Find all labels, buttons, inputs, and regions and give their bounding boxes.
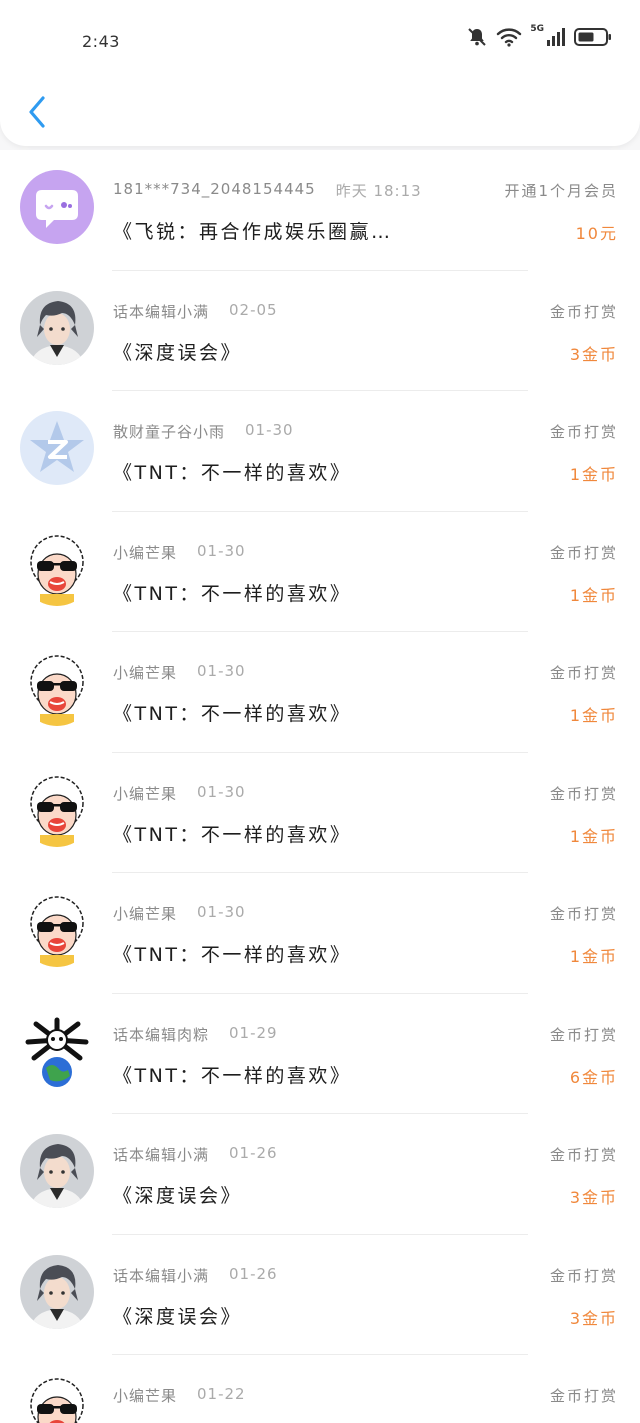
record-date: 01-30 [197, 662, 246, 680]
reward-amount: 1金币 [569, 706, 618, 725]
reward-record-row[interactable]: 181***734_2048154445 昨天 18:13 《飞锐：再合作成娱乐… [0, 150, 640, 271]
reward-amount: 6金币 [569, 1067, 618, 1087]
anime-man-avatar-icon [20, 1134, 94, 1208]
record-date: 02-05 [229, 300, 278, 319]
reward-type: 金币打赏 [549, 784, 618, 803]
user-name: 话本编辑小满 [113, 1146, 210, 1164]
wifi-icon [497, 28, 522, 47]
top-bar: 2:43 5G [0, 0, 640, 146]
reward-type: 开通1个月会员 [504, 182, 618, 200]
record-date: 01-29 [229, 1023, 278, 1042]
user-name: 话本编辑小满 [113, 302, 210, 321]
reward-amount: 3金币 [569, 344, 618, 364]
user-name: 话本编辑小满 [113, 1266, 210, 1285]
reward-amount: 1金币 [569, 465, 618, 484]
record-date: 01-30 [245, 421, 294, 439]
status-time: 2:43 [82, 32, 120, 51]
user-avatar[interactable] [20, 170, 94, 244]
sunglasses-goat-avatar-icon [20, 772, 94, 847]
user-avatar[interactable] [20, 772, 94, 847]
user-avatar[interactable] [20, 290, 94, 365]
reward-amount: 3金币 [569, 1308, 618, 1328]
reward-amount: 1金币 [569, 585, 618, 605]
book-title[interactable]: 《深度误会》 [113, 1181, 242, 1208]
back-button[interactable] [22, 94, 52, 130]
user-avatar[interactable] [20, 1254, 94, 1329]
anime-man-avatar-icon [20, 1254, 94, 1329]
user-avatar[interactable] [20, 1375, 94, 1423]
reward-record-row[interactable]: 小编芒果 01-22 《TNT：不一样的喜欢》 金币打赏 [0, 1355, 640, 1423]
book-title[interactable]: 《TNT：不一样的喜欢》 [113, 699, 351, 726]
reward-type: 金币打赏 [549, 905, 618, 923]
reward-amount: 3金币 [569, 1188, 618, 1207]
reward-record-row[interactable]: 小编芒果 01-30 《TNT：不一样的喜欢》 金币打赏 1金币 [0, 752, 640, 873]
user-name: 小编芒果 [113, 1387, 178, 1405]
reward-amount: 10元 [575, 224, 618, 243]
user-name: 小编芒果 [113, 784, 178, 803]
reward-type: 金币打赏 [549, 302, 618, 321]
status-icons: 5G [466, 24, 612, 48]
chat-bubble-avatar-icon [20, 170, 94, 244]
book-title[interactable]: 《TNT：不一样的喜欢》 [113, 458, 351, 485]
reward-type: 金币打赏 [549, 1266, 618, 1285]
book-title[interactable]: 《TNT：不一样的喜欢》 [113, 1061, 351, 1088]
sunglasses-goat-avatar-icon [20, 531, 94, 606]
qzone-star-avatar-icon [20, 411, 94, 485]
reward-record-row[interactable]: 散财童子谷小雨 01-30 《TNT：不一样的喜欢》 金币打赏 1金币 [0, 391, 640, 512]
book-title[interactable]: 《TNT：不一样的喜欢》 [113, 820, 351, 847]
sunglasses-goat-avatar-icon [20, 893, 94, 967]
reward-type: 金币打赏 [549, 1146, 618, 1164]
record-date: 01-22 [197, 1385, 246, 1403]
battery-icon [574, 28, 611, 46]
earth-skull-avatar-icon [20, 1013, 94, 1088]
reward-type: 金币打赏 [549, 543, 618, 562]
user-avatar[interactable] [20, 531, 94, 606]
record-date: 01-30 [197, 541, 246, 560]
book-title[interactable]: 《TNT：不一样的喜欢》 [113, 579, 351, 606]
reward-type: 金币打赏 [549, 664, 618, 682]
signal-icon [547, 28, 565, 46]
reward-record-row[interactable]: 小编芒果 01-30 《TNT：不一样的喜欢》 金币打赏 1金币 [0, 632, 640, 753]
reward-record-row[interactable]: 话本编辑小满 01-26 《深度误会》 金币打赏 3金币 [0, 1234, 640, 1355]
book-title[interactable]: 《飞锐：再合作成娱乐圈赢… [113, 217, 393, 244]
user-name: 散财童子谷小雨 [113, 423, 226, 441]
record-date: 01-26 [229, 1264, 278, 1283]
book-title[interactable]: 《TNT：不一样的喜欢》 [113, 940, 351, 967]
user-avatar[interactable] [20, 652, 94, 726]
reward-record-row[interactable]: 话本编辑小满 01-26 《深度误会》 金币打赏 3金币 [0, 1114, 640, 1235]
user-avatar[interactable] [20, 1134, 94, 1208]
reward-record-row[interactable]: 小编芒果 01-30 《TNT：不一样的喜欢》 金币打赏 1金币 [0, 873, 640, 994]
network-type: 5G [530, 24, 544, 34]
book-title[interactable]: 《深度误会》 [113, 1302, 242, 1329]
reward-record-row[interactable]: 小编芒果 01-30 《TNT：不一样的喜欢》 金币打赏 1金币 [0, 511, 640, 632]
user-name: 181***734_2048154445 [113, 180, 316, 198]
user-avatar[interactable] [20, 893, 94, 967]
anime-man-avatar-icon [20, 290, 94, 365]
reward-type: 金币打赏 [549, 423, 618, 441]
user-name: 小编芒果 [113, 905, 178, 923]
reward-type: 金币打赏 [549, 1025, 618, 1044]
sunglasses-goat-avatar-icon [20, 1375, 94, 1423]
reward-record-row[interactable]: 话本编辑小满 02-05 《深度误会》 金币打赏 3金币 [0, 270, 640, 391]
book-title[interactable]: 《深度误会》 [113, 338, 242, 365]
user-name: 小编芒果 [113, 664, 178, 682]
record-date: 01-26 [229, 1144, 278, 1162]
record-date: 昨天 18:13 [335, 182, 422, 200]
sunglasses-goat-avatar-icon [20, 652, 94, 726]
chevron-left-icon [29, 96, 45, 128]
mute-bell-icon [468, 28, 487, 46]
reward-amount: 1金币 [569, 826, 618, 846]
reward-record-row[interactable]: 话本编辑肉粽 01-29 《TNT：不一样的喜欢》 金币打赏 6金币 [0, 993, 640, 1114]
record-date: 01-30 [197, 903, 246, 921]
user-avatar[interactable] [20, 1013, 94, 1088]
user-name: 话本编辑肉粽 [113, 1025, 210, 1044]
user-name: 小编芒果 [113, 543, 178, 562]
reward-record-list: 181***734_2048154445 昨天 18:13 《飞锐：再合作成娱乐… [0, 150, 640, 1423]
reward-type: 金币打赏 [549, 1387, 618, 1405]
reward-amount: 1金币 [569, 947, 618, 966]
record-date: 01-30 [197, 782, 246, 801]
user-avatar[interactable] [20, 411, 94, 485]
